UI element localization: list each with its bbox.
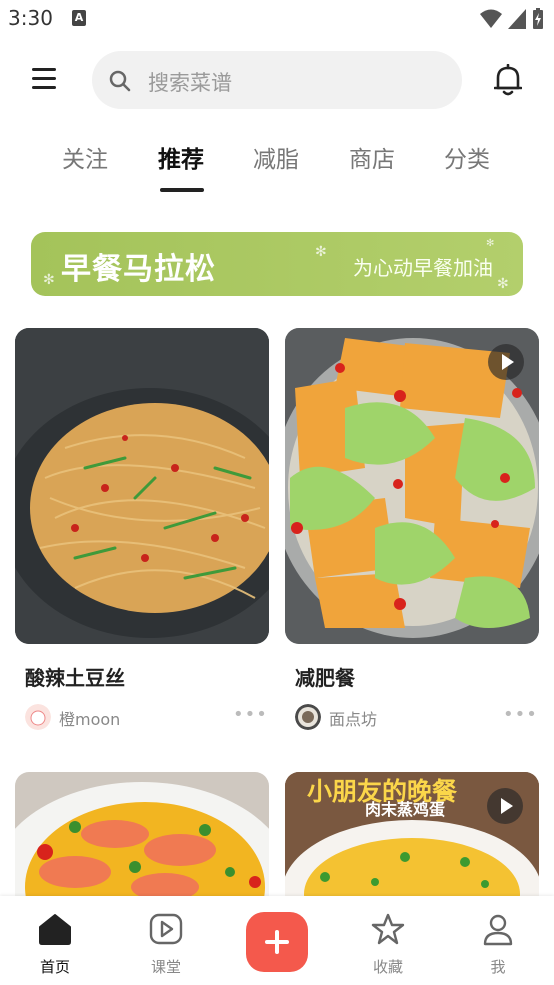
- author-avatar[interactable]: [295, 704, 321, 730]
- nav-course[interactable]: 课堂: [131, 912, 201, 977]
- wifi-icon: [480, 9, 502, 28]
- recipe-image[interactable]: [285, 328, 539, 644]
- snowflake-icon: ✻: [315, 244, 327, 260]
- user-icon: [483, 914, 513, 946]
- add-recipe-button[interactable]: [246, 912, 308, 972]
- star-icon: [371, 913, 405, 945]
- recipe-image[interactable]: [15, 328, 269, 644]
- nav-favorites-label: 收藏: [372, 958, 403, 976]
- potato-shreds-image: [15, 328, 269, 644]
- notification-a-icon: A: [72, 10, 86, 26]
- nav-favorites[interactable]: 收藏: [353, 912, 423, 977]
- status-bar: 3:30 A: [0, 0, 554, 38]
- menu-icon-line: [32, 68, 56, 71]
- recipe-image[interactable]: [15, 772, 269, 896]
- recipe-image[interactable]: 小朋友的晚餐 肉末蒸鸡蛋: [285, 772, 539, 896]
- snowflake-icon: ✻: [497, 276, 509, 292]
- recipe-card[interactable]: 酸辣土豆丝 橙moon •••: [15, 328, 269, 748]
- battery-icon: [533, 8, 543, 29]
- play-course-icon: [149, 913, 183, 945]
- search-input[interactable]: 搜索菜谱: [148, 67, 232, 97]
- recipe-title[interactable]: 酸辣土豆丝: [25, 662, 125, 691]
- home-icon: [39, 914, 71, 945]
- promo-banner[interactable]: ✻ ✻ ✻ ✻ 早餐马拉松 为心动早餐加油: [31, 232, 523, 296]
- tab-categories[interactable]: 分类: [444, 140, 490, 174]
- status-icons: [480, 8, 544, 30]
- snowflake-icon: ✻: [43, 272, 55, 288]
- more-options-icon[interactable]: •••: [233, 704, 268, 725]
- status-time: 3:30: [8, 6, 53, 30]
- snowflake-icon: ✻: [486, 238, 495, 249]
- nav-course-label: 课堂: [150, 958, 181, 976]
- recipe-card[interactable]: 减肥餐 面点坊 •••: [285, 328, 539, 748]
- more-options-icon[interactable]: •••: [503, 704, 538, 725]
- tab-shop[interactable]: 商店: [349, 140, 395, 174]
- signal-icon: [508, 9, 526, 29]
- menu-icon-line: [32, 86, 56, 89]
- recipe-author[interactable]: 橙moon: [59, 706, 120, 730]
- bell-icon[interactable]: [494, 64, 522, 96]
- recipe-author[interactable]: 面点坊: [329, 706, 377, 730]
- bottom-navigation: 首页 课堂 收藏 我: [0, 896, 554, 985]
- banner-subtitle: 为心动早餐加油: [353, 256, 493, 280]
- nav-profile[interactable]: 我: [463, 912, 533, 977]
- tab-follow[interactable]: 关注: [62, 140, 108, 174]
- recipe-title[interactable]: 减肥餐: [295, 662, 355, 691]
- menu-button[interactable]: [32, 68, 60, 92]
- video-play-icon: [487, 788, 523, 824]
- menu-icon-line: [32, 77, 56, 80]
- search-icon: [109, 70, 131, 92]
- active-tab-indicator: [160, 188, 204, 192]
- nav-home-label: 首页: [39, 958, 70, 976]
- search-bar[interactable]: 搜索菜谱: [92, 51, 462, 109]
- top-bar: 搜索菜谱: [0, 50, 554, 110]
- recipe-card[interactable]: [15, 772, 269, 896]
- tab-fat-loss[interactable]: 减脂: [253, 140, 299, 174]
- recipe-card[interactable]: 小朋友的晚餐 肉末蒸鸡蛋: [285, 772, 539, 896]
- banner-title: 早餐马拉松: [61, 252, 216, 287]
- image-overlay-subtitle: 肉末蒸鸡蛋: [365, 800, 446, 819]
- author-avatar[interactable]: [25, 704, 51, 730]
- nav-home[interactable]: 首页: [20, 912, 90, 977]
- category-tabs: 关注 推荐 减脂 商店 分类: [0, 140, 554, 200]
- nav-profile-label: 我: [490, 958, 506, 976]
- tab-recommend[interactable]: 推荐: [158, 140, 204, 174]
- shrimp-egg-image: [15, 772, 269, 896]
- video-play-icon: [488, 344, 524, 380]
